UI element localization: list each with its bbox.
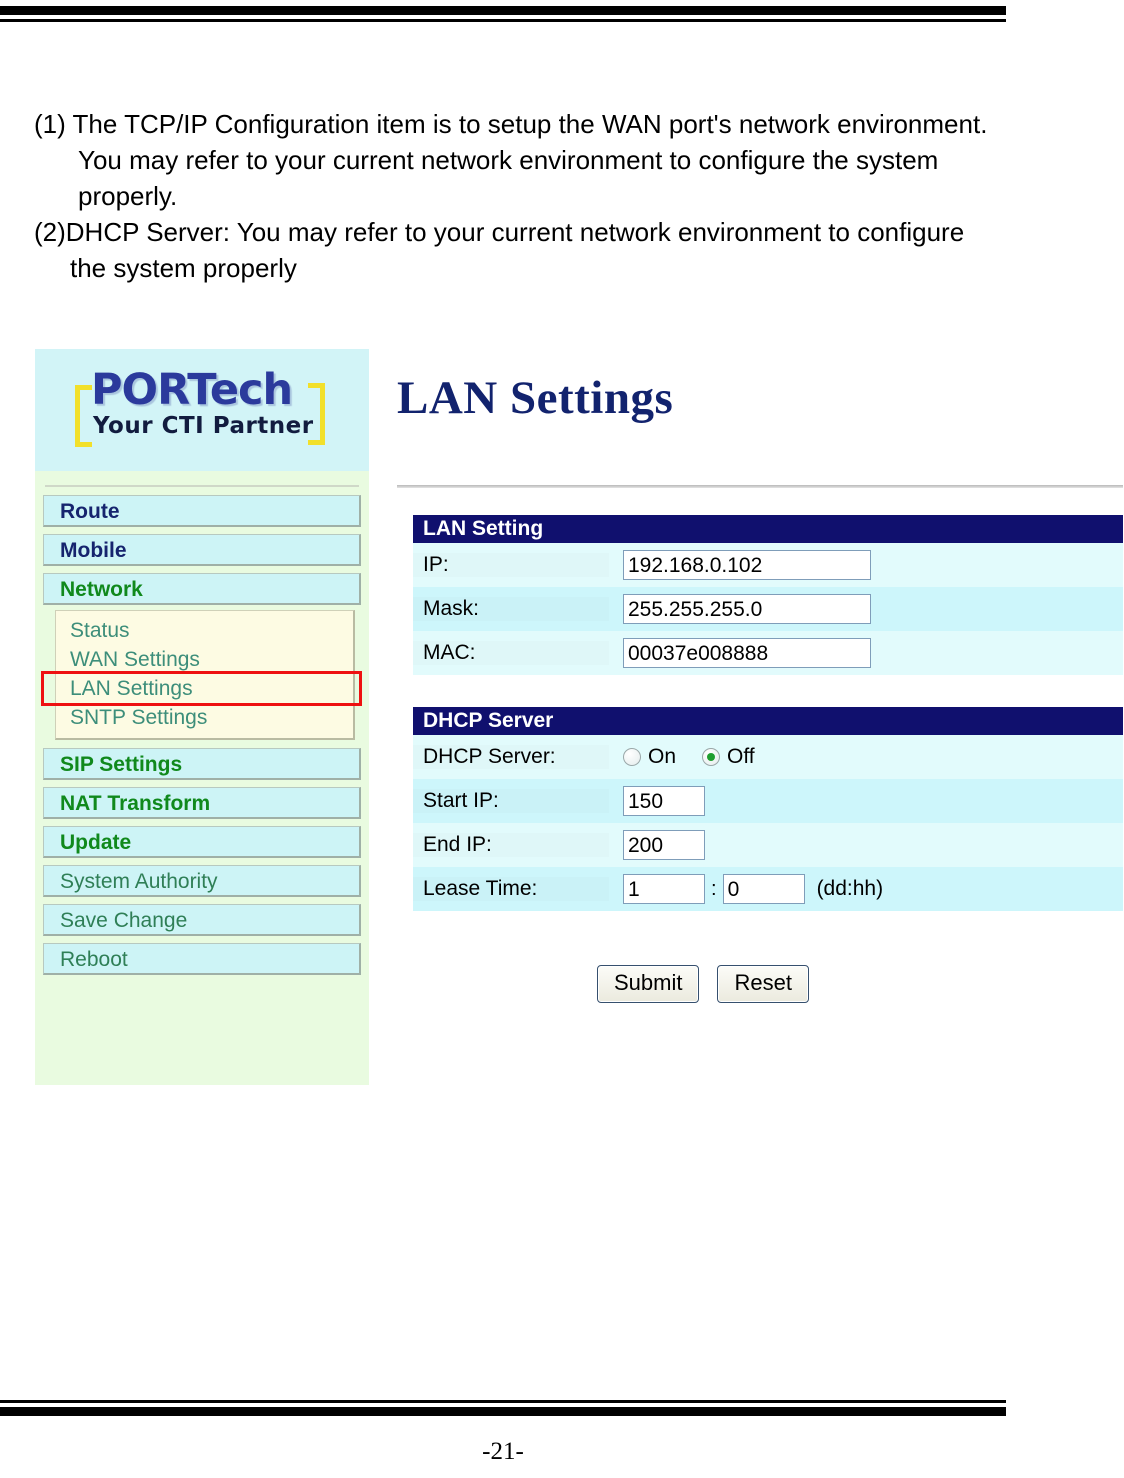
footer-rule-thick xyxy=(0,1407,1006,1416)
radio-on-label: On xyxy=(648,745,677,768)
end-ip-input[interactable]: 200 xyxy=(623,830,705,860)
radio-off-label: Off xyxy=(727,745,755,768)
label-mask: Mask: xyxy=(413,597,609,621)
dhcp-radio-off[interactable]: Off xyxy=(702,745,755,769)
field-end-ip: 200 xyxy=(609,830,705,860)
form-button-bar: Submit Reset xyxy=(597,965,809,1003)
sidebar-item-mobile[interactable]: Mobile xyxy=(43,534,361,566)
submenu-item-lan-settings[interactable]: LAN Settings xyxy=(41,671,362,706)
label-ip: IP: xyxy=(413,553,609,577)
dhcp-server-panel: DHCP Server DHCP Server: On Off Start IP… xyxy=(413,707,1123,911)
sidebar-item-save-change[interactable]: Save Change xyxy=(43,904,361,936)
page-header-rule xyxy=(0,6,1006,22)
table-row-dhcp-toggle: DHCP Server: On Off xyxy=(413,735,1123,779)
dhcp-radio-on[interactable]: On xyxy=(623,745,676,769)
portech-logo: PORTech Your CTI Partner xyxy=(69,363,329,455)
submenu-item-status[interactable]: Status xyxy=(56,616,353,645)
sidebar-item-reboot[interactable]: Reboot xyxy=(43,943,361,975)
start-ip-input[interactable]: 150 xyxy=(623,786,705,816)
lan-setting-header: LAN Setting xyxy=(413,515,1123,543)
sidebar-item-sip-settings[interactable]: SIP Settings xyxy=(43,748,361,780)
submenu-item-wan-settings[interactable]: WAN Settings xyxy=(56,645,353,674)
title-divider xyxy=(397,485,1123,488)
label-end-ip: End IP: xyxy=(413,833,609,857)
logo-tagline: Your CTI Partner xyxy=(93,413,314,439)
field-lease-time: 1 : 0 (dd:hh) xyxy=(609,874,883,904)
label-dhcp-server: DHCP Server: xyxy=(413,745,609,769)
lan-setting-panel: LAN Setting IP: 192.168.0.102 Mask: 255.… xyxy=(413,515,1123,675)
field-mask: 255.255.255.0 xyxy=(609,594,871,624)
radio-on-icon[interactable] xyxy=(623,748,641,766)
sidebar-item-update[interactable]: Update xyxy=(43,826,361,858)
lease-time-unit: (dd:hh) xyxy=(816,877,884,900)
lease-hours-input[interactable]: 0 xyxy=(722,874,805,904)
logo-wordmark: PORTech xyxy=(91,365,293,415)
page-number: -21- xyxy=(482,1438,524,1465)
label-mac: MAC: xyxy=(413,641,609,665)
sidebar-nav: Route Mobile Network Status WAN Settings… xyxy=(35,471,369,975)
radio-off-icon[interactable] xyxy=(702,748,721,766)
page-title: LAN Settings xyxy=(397,372,674,424)
network-submenu: Status WAN Settings LAN Settings SNTP Se… xyxy=(41,610,362,740)
mac-input[interactable]: 00037e008888 xyxy=(623,638,871,668)
label-lease-time: Lease Time: xyxy=(413,877,609,901)
header-rule-thick xyxy=(0,6,1006,15)
sidebar-item-system-authority[interactable]: System Authority xyxy=(43,865,361,897)
main-content: LAN Settings LAN Setting IP: 192.168.0.1… xyxy=(371,349,1123,1085)
lease-time-separator: : xyxy=(711,877,717,900)
header-rule-thin xyxy=(0,19,1006,22)
table-row-ip: IP: 192.168.0.102 xyxy=(413,543,1123,587)
intro-item-1: (1) The TCP/IP Configuration item is to … xyxy=(34,109,988,211)
device-web-ui: PORTech Your CTI Partner Route Mobile Ne… xyxy=(35,349,1123,1109)
label-start-ip: Start IP: xyxy=(413,789,609,813)
reset-button[interactable]: Reset xyxy=(717,965,809,1003)
page-footer-rule xyxy=(0,1400,1006,1416)
nav-top-divider xyxy=(45,485,359,487)
sidebar: PORTech Your CTI Partner Route Mobile Ne… xyxy=(35,349,369,1085)
sidebar-item-nat-transform[interactable]: NAT Transform xyxy=(43,787,361,819)
table-row-mac: MAC: 00037e008888 xyxy=(413,631,1123,675)
intro-item-2: (2)DHCP Server: You may refer to your cu… xyxy=(34,217,965,283)
field-start-ip: 150 xyxy=(609,786,705,816)
submit-button[interactable]: Submit xyxy=(597,965,700,1003)
mask-input[interactable]: 255.255.255.0 xyxy=(623,594,871,624)
logo-bracket-left-icon xyxy=(75,385,92,447)
field-mac: 00037e008888 xyxy=(609,638,871,668)
submenu-item-sntp-settings[interactable]: SNTP Settings xyxy=(56,703,353,732)
lease-days-input[interactable]: 1 xyxy=(623,874,705,904)
logo-area: PORTech Your CTI Partner xyxy=(35,349,369,471)
ip-input[interactable]: 192.168.0.102 xyxy=(623,550,871,580)
intro-text-block: (1) The TCP/IP Configuration item is to … xyxy=(34,106,994,286)
dhcp-server-header: DHCP Server xyxy=(413,707,1123,735)
field-ip: 192.168.0.102 xyxy=(609,550,871,580)
table-row-start-ip: Start IP: 150 xyxy=(413,779,1123,823)
table-row-lease-time: Lease Time: 1 : 0 (dd:hh) xyxy=(413,867,1123,911)
dhcp-radio-group: On Off xyxy=(609,745,781,769)
sidebar-item-route[interactable]: Route xyxy=(43,495,361,527)
sidebar-item-network[interactable]: Network xyxy=(43,573,361,605)
table-row-end-ip: End IP: 200 xyxy=(413,823,1123,867)
table-row-mask: Mask: 255.255.255.0 xyxy=(413,587,1123,631)
